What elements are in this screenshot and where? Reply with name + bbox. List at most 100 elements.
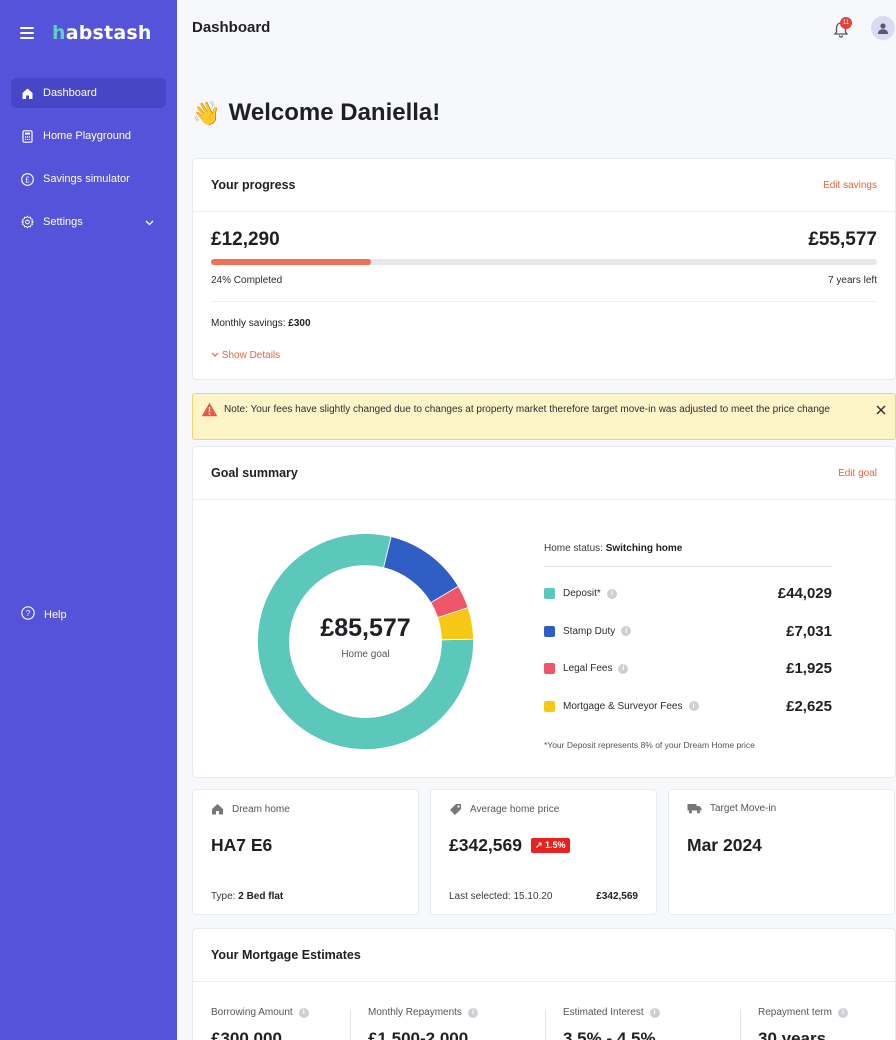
last-selected-value: £342,569 — [596, 891, 638, 902]
dream-home-header: Dream home — [211, 803, 290, 815]
legend-item-mortgage-surveyor-fees: Mortgage & Surveyor Fees i £2,625 — [544, 688, 832, 726]
goal-legend: Deposit* i £44,029 Stamp Duty i £7,031 L… — [544, 575, 832, 725]
edit-savings-link[interactable]: Edit savings — [823, 180, 877, 191]
mortgage-borrowing-amount: Borrowing Amount i £300,000 — [193, 1007, 350, 1040]
mortgage-value: 30 years — [758, 1029, 827, 1040]
monthly-savings: Monthly savings: £300 — [211, 318, 311, 329]
mortgage-value: 3.5% - 4.5% — [563, 1029, 656, 1040]
dream-home-card: Dream home HA7 E6 Type: 2 Bed flat — [192, 789, 419, 915]
average-price-header: Average home price — [449, 803, 559, 816]
info-icon[interactable]: i — [618, 663, 629, 674]
sidebar-item-label: Dashboard — [43, 87, 97, 99]
goal-card-header: Goal summary Edit goal — [193, 447, 895, 500]
legend-value: £44,029 — [777, 585, 832, 603]
edit-goal-link[interactable]: Edit goal — [838, 468, 877, 479]
sidebar-item-label: Savings simulator — [43, 173, 130, 185]
mortgage-title: Your Mortgage Estimates — [211, 948, 361, 962]
goal-summary-card: Goal summary Edit goal £85,577 Home goal… — [192, 446, 896, 778]
dream-home-value: HA7 E6 — [211, 835, 273, 855]
mortgage-estimates-card: Your Mortgage Estimates Borrowing Amount… — [192, 928, 896, 1040]
sidebar-item-savings-simulator[interactable]: £ Savings simulator — [11, 164, 166, 194]
donut-center: £85,577 Home goal — [253, 529, 478, 754]
home-icon — [21, 87, 34, 100]
sidebar-item-home-playground[interactable]: Home Playground — [11, 121, 166, 151]
home-status-value: Switching home — [605, 543, 683, 554]
target-move-in-label: Target Move-in — [710, 803, 777, 814]
welcome-heading: 👋 Welcome Daniella! — [192, 99, 440, 127]
info-icon[interactable]: i — [467, 1007, 478, 1018]
target-savings: £55,577 — [808, 229, 877, 250]
last-selected-label: Last selected: 15.10.20 — [449, 891, 553, 902]
legend-label: Stamp Duty — [563, 625, 616, 637]
average-price-value: £342,569 — [449, 835, 522, 855]
truck-icon — [687, 803, 702, 814]
mortgage-label: Borrowing Amount — [211, 1007, 293, 1018]
current-savings: £12,290 — [211, 229, 280, 250]
mortgage-value: £1,500-2,000 — [368, 1029, 469, 1040]
notification-badge: 11 — [840, 17, 852, 29]
progress-amounts: £12,290 £55,577 — [211, 229, 877, 251]
type-value: 2 Bed flat — [238, 891, 284, 902]
logo[interactable]: habstash — [52, 22, 152, 44]
legend-swatch — [544, 625, 555, 637]
goal-title: Goal summary — [211, 466, 298, 480]
home-status-label: Home status: — [544, 543, 603, 554]
legend-label: Legal Fees — [563, 663, 613, 675]
progress-bar-fill — [211, 259, 371, 265]
main-content: Dashboard 11 👋 Welcome Daniella! Your pr… — [177, 0, 896, 1040]
welcome-text: Welcome Daniella! — [228, 99, 441, 126]
average-price-card: Average home price £342,569 ↗ 1.5% Last … — [430, 789, 657, 915]
info-icon[interactable]: i — [688, 701, 699, 712]
progress-card-header: Your progress Edit savings — [193, 159, 895, 212]
legend-item-deposit: Deposit* i £44,029 — [544, 575, 832, 613]
sidebar-item-help[interactable]: ? Help — [21, 606, 67, 623]
mortgage-monthly-repayments: Monthly Repayments i £1,500-2,000 — [350, 1007, 545, 1040]
home-goal-amount: £85,577 — [320, 613, 411, 642]
chevron-down-icon[interactable] — [145, 217, 154, 229]
progress-meta: 24% Completed 7 years left — [211, 275, 877, 286]
legend-value: £1,925 — [786, 660, 832, 678]
mortgage-label: Repayment term — [758, 1007, 832, 1018]
sidebar: habstash Dashboard Home Playground £ Sav… — [0, 0, 177, 1040]
progress-card: Your progress Edit savings £12,290 £55,5… — [192, 158, 896, 380]
info-icon[interactable]: i — [837, 1007, 848, 1018]
home-status: Home status: Switching home — [544, 543, 682, 554]
info-icon[interactable]: i — [606, 588, 617, 599]
brand-row: habstash — [20, 20, 152, 46]
average-price: £342,569 ↗ 1.5% — [449, 835, 570, 856]
hamburger-menu-icon[interactable] — [20, 27, 34, 39]
close-icon[interactable] — [875, 403, 887, 415]
legend-swatch — [544, 588, 555, 600]
target-move-in-card: Target Move-in Mar 2024 — [668, 789, 895, 915]
info-icon[interactable]: i — [621, 626, 632, 637]
average-price-label: Average home price — [470, 804, 560, 815]
avatar[interactable] — [871, 16, 895, 40]
calculator-icon — [21, 129, 34, 143]
monthly-savings-value: £300 — [288, 318, 311, 329]
type-label: Type: — [211, 891, 236, 902]
svg-text:£: £ — [25, 175, 30, 184]
alert-message: Note: Your fees have slightly changed du… — [224, 404, 830, 415]
legend-swatch — [544, 663, 555, 675]
help-icon: ? — [21, 606, 35, 623]
average-price-footer: Last selected: 15.10.20 £342,569 — [449, 891, 638, 902]
sidebar-item-settings[interactable]: Settings — [11, 207, 166, 237]
info-icon[interactable]: i — [649, 1007, 660, 1018]
tag-icon — [449, 803, 462, 816]
mortgage-label: Monthly Repayments — [368, 1007, 462, 1018]
info-icon[interactable]: i — [298, 1007, 309, 1018]
legend-value: £7,031 — [786, 622, 832, 640]
sidebar-item-label: Home Playground — [43, 130, 132, 142]
progress-bar — [211, 259, 877, 265]
home-goal-label: Home goal — [341, 648, 390, 660]
legend-label: Deposit* — [563, 588, 601, 600]
target-move-in-header: Target Move-in — [687, 803, 776, 814]
target-move-in-value: Mar 2024 — [687, 835, 762, 855]
deposit-footnote: *Your Deposit represents 8% of your Drea… — [544, 740, 755, 750]
completed-label: 24% Completed — [211, 275, 283, 286]
show-details-toggle[interactable]: Show Details — [211, 350, 280, 361]
legend-item-legal-fees: Legal Fees i £1,925 — [544, 650, 832, 688]
sidebar-item-dashboard[interactable]: Dashboard — [11, 78, 166, 108]
time-left: 7 years left — [828, 275, 877, 286]
gear-icon — [21, 215, 34, 229]
